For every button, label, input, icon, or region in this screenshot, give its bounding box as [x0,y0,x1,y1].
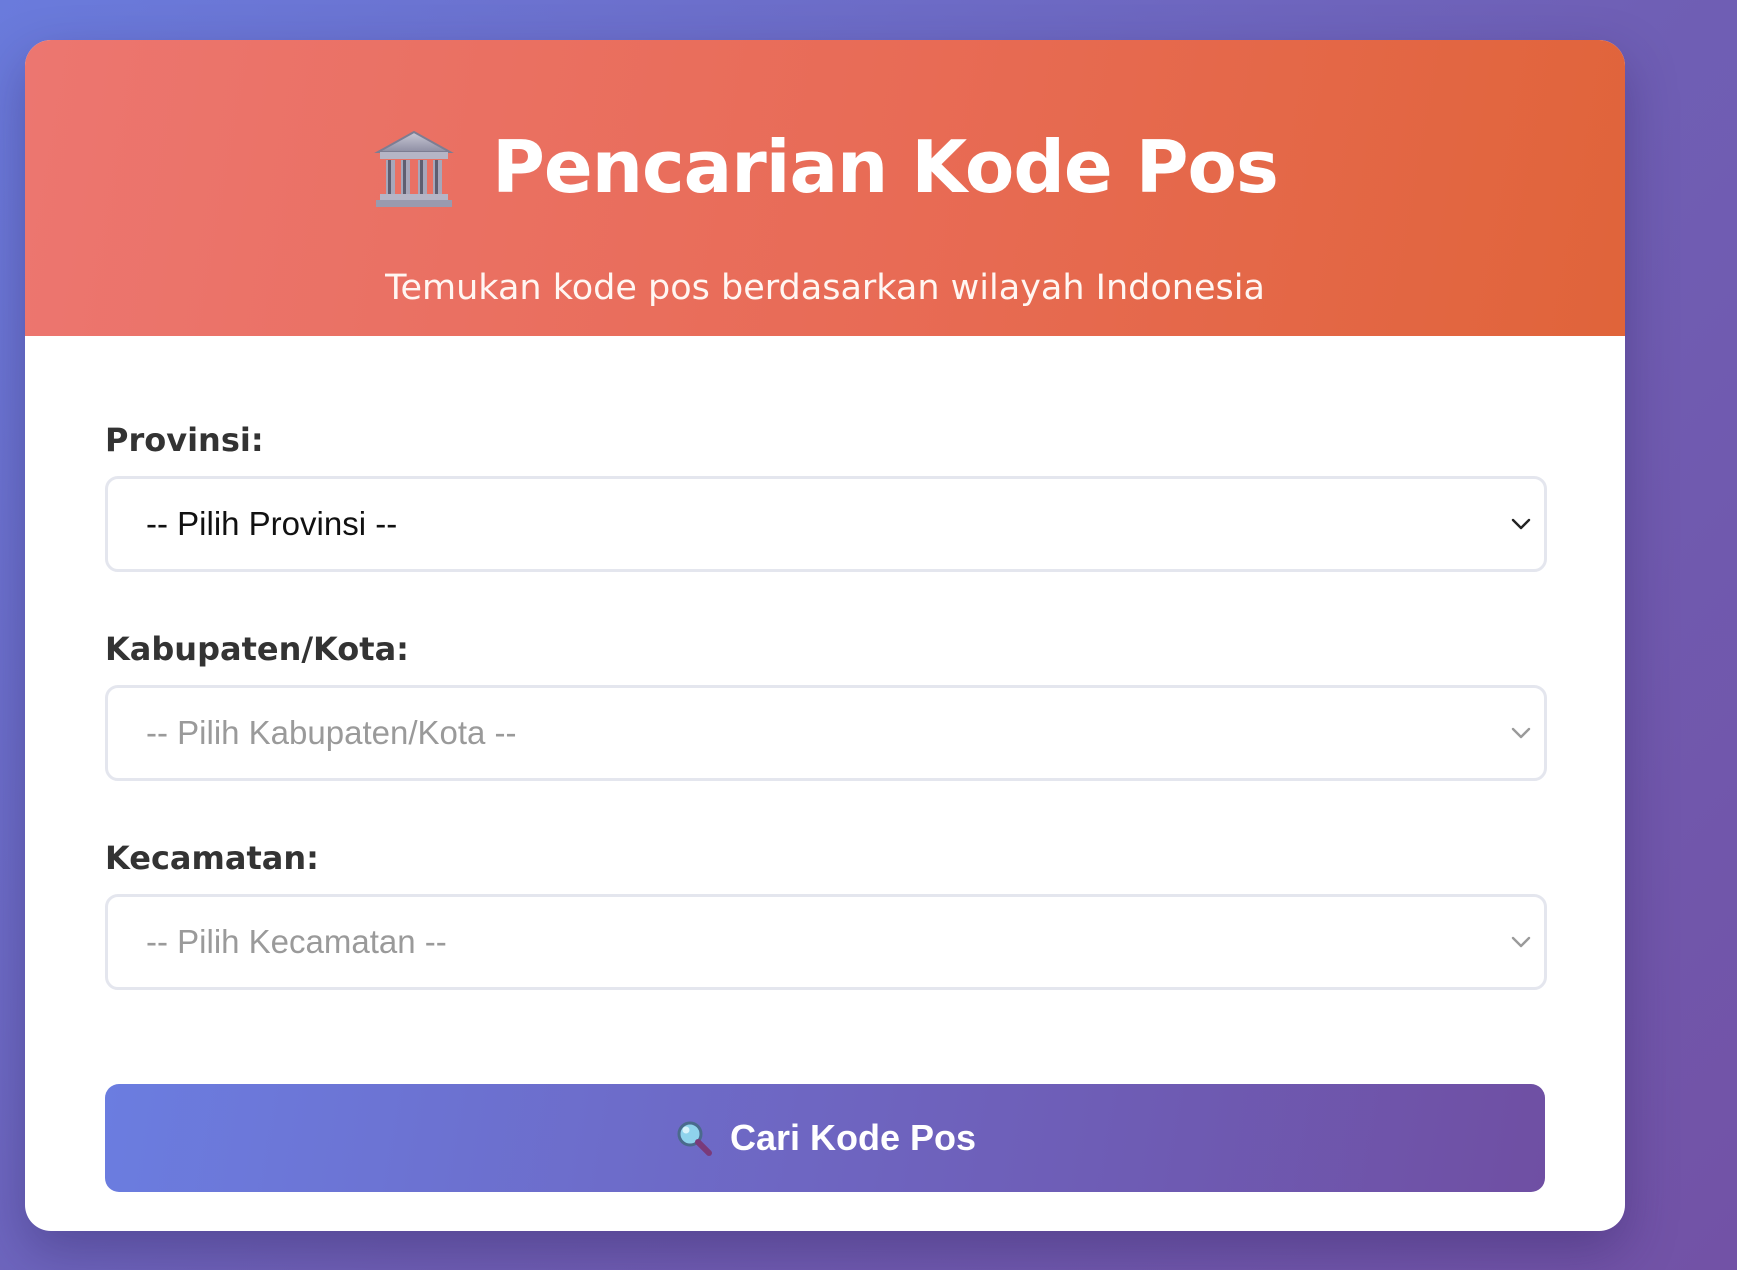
search-button-label: Cari Kode Pos [729,1117,977,1158]
page-subtitle: Temukan kode pos berdasarkan wilayah Ind… [385,268,1265,308]
district-select[interactable]: -- Pilih Kecamatan -- [105,894,1547,990]
chevron-down-icon [1511,518,1531,530]
postal-code-card: Pencarian Kode Pos Temukan kode pos berd… [25,40,1625,1231]
classical-building-icon [374,130,454,207]
province-select-value: -- Pilih Provinsi -- [146,505,398,542]
regency-select[interactable]: -- Pilih Kabupaten/Kota -- [105,685,1547,781]
title-row: Pencarian Kode Pos [25,112,1625,222]
regency-label: Kabupaten/Kota: [105,630,409,668]
search-postal-code-button[interactable]: Cari Kode Pos [105,1084,1545,1192]
chevron-down-icon [1511,727,1531,739]
magnifying-glass-icon [677,1121,712,1156]
district-select-value: -- Pilih Kecamatan -- [146,923,447,960]
header-banner: Pencarian Kode Pos Temukan kode pos berd… [25,40,1625,336]
district-label: Kecamatan: [105,839,319,877]
province-select[interactable]: -- Pilih Provinsi -- [105,476,1547,572]
regency-select-value: -- Pilih Kabupaten/Kota -- [146,714,517,751]
chevron-down-icon [1511,936,1531,948]
province-label: Provinsi: [105,421,264,459]
page-title: Pencarian Kode Pos [492,125,1279,209]
